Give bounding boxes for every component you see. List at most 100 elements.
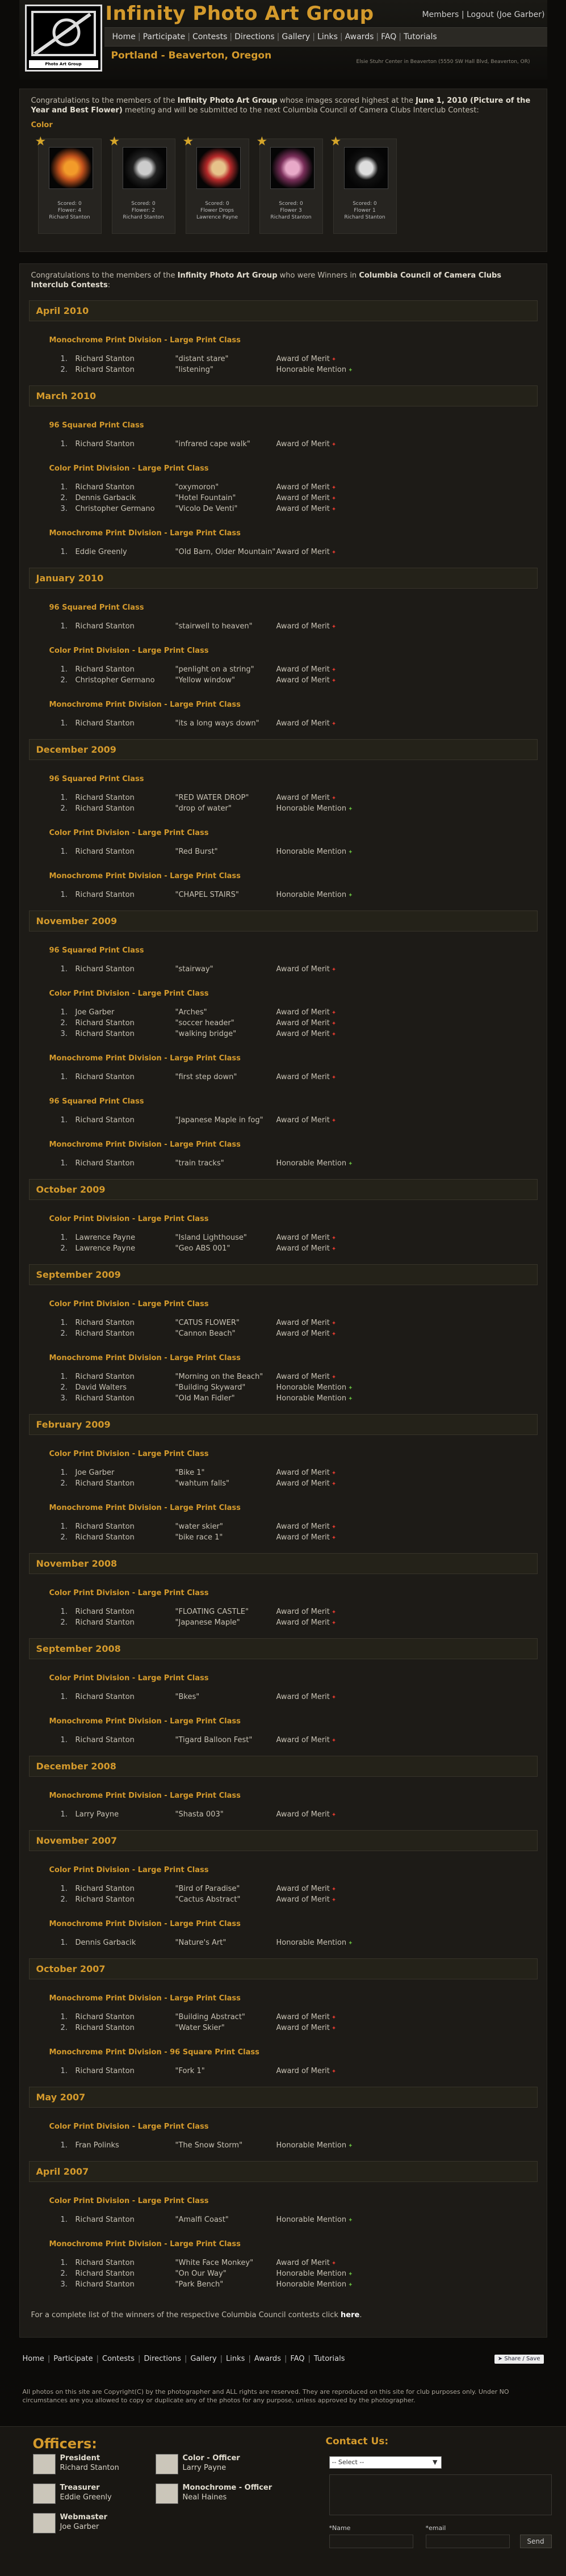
nav-separator: | xyxy=(276,32,280,41)
flower-photo[interactable] xyxy=(196,147,241,189)
footer-nav-directions[interactable]: Directions xyxy=(144,2355,181,2363)
entries-list: 1. Richard Stanton "Bird of Paradise" Award… xyxy=(61,1883,540,1905)
entry-title: "Vicolo De Venti" xyxy=(175,505,238,513)
entries-list: 1. Richard Stanton "its a long ways down" A… xyxy=(61,718,540,729)
footer-nav-gallery[interactable]: Gallery xyxy=(190,2355,216,2363)
month-heading: December 2009 xyxy=(28,739,538,760)
nav-item-faq[interactable]: FAQ xyxy=(381,32,396,41)
entry-row: 2. Richard Stanton "On Our Way" Honorable M… xyxy=(61,2268,540,2279)
flower-photo[interactable] xyxy=(122,147,167,189)
entries-list: 1. Richard Stanton "oxymoron" Award of Meri… xyxy=(61,482,540,514)
entries-list: 1. Richard Stanton "distant stare" Award of… xyxy=(61,354,540,375)
footer-nav-tutorials[interactable]: Tutorials xyxy=(314,2355,345,2363)
members-link[interactable]: Members xyxy=(422,10,459,19)
thumbnail-meta: Scored: 0 Flower: 4 Richard Stanton xyxy=(39,200,101,221)
flower-photo[interactable] xyxy=(343,147,388,189)
entry-row: 2. Lawrence Payne "Geo ABS 001" Award of Me… xyxy=(61,1243,540,1254)
entry-award: Award of Merit ✦ xyxy=(276,1115,401,1126)
entry-row: 2. Richard Stanton "bike race 1" Award of M… xyxy=(61,1532,540,1543)
officer-name[interactable]: Larry Payne xyxy=(183,2464,227,2472)
entry-award: Award of Merit ✦ xyxy=(276,1617,401,1628)
officer-role: Treasurer xyxy=(60,2483,100,2492)
mention-ribbon-icon: ✦ xyxy=(348,367,353,374)
nav-item-directions[interactable]: Directions xyxy=(234,32,275,41)
award-label: Honorable Mention xyxy=(276,891,347,899)
footer-nav-contests[interactable]: Contests xyxy=(102,2355,135,2363)
mention-ribbon-icon: ✦ xyxy=(348,2282,353,2288)
name-input[interactable] xyxy=(329,2535,413,2548)
photo-thumbnail[interactable]: ★ Scored: 0 Flower 1 Richard Stanton xyxy=(330,136,397,234)
entry-rank: 1. xyxy=(60,622,68,631)
award-label: Award of Merit xyxy=(276,676,330,685)
contest-results-panel: Congratulations to the members of the In… xyxy=(19,263,547,2338)
entry-title: "Old Man Fidler" xyxy=(175,1394,235,1403)
entry-rank: 2. xyxy=(60,366,68,374)
photo-thumbnail[interactable]: ★ Scored: 0 Flower Drops Lawrence Payne xyxy=(183,136,249,234)
officer-name[interactable]: Eddie Greenly xyxy=(60,2493,112,2502)
nav-item-tutorials[interactable]: Tutorials xyxy=(404,32,437,41)
nav-item-links[interactable]: Links xyxy=(317,32,338,41)
flower-photo[interactable] xyxy=(48,147,93,189)
entry-award: Award of Merit ✦ xyxy=(276,964,401,975)
entry-row: 1. Fran Polinks "The Snow Storm" Honorable … xyxy=(61,2140,540,2151)
entry-rank: 1. xyxy=(60,965,68,974)
merit-ribbon-icon: ✦ xyxy=(331,1246,337,1252)
entry-award: Award of Merit ✦ xyxy=(276,664,401,675)
entry-award: Award of Merit ✦ xyxy=(276,621,401,632)
entry-title: "Morning on the Beach" xyxy=(175,1373,263,1381)
entry-row: 1. Richard Stanton "oxymoron" Award of Meri… xyxy=(61,482,540,493)
photo-thumbnail[interactable]: ★ Scored: 0 Flower 3 Richard Stanton xyxy=(257,136,323,234)
officer-role: Monochrome - Officer xyxy=(182,2483,272,2492)
month-heading: February 2009 xyxy=(28,1414,538,1435)
footer-officers-contact: Officers: President Richard Stanton Color … xyxy=(0,2426,566,2576)
entry-title: "White Face Monkey" xyxy=(175,2259,254,2267)
mention-ribbon-icon: ✦ xyxy=(348,1385,353,1391)
entry-row: 2. Richard Stanton "Water Skier" Award of M… xyxy=(61,2023,540,2033)
entries-list: 1. Dennis Garbacik "Nature's Art" Honorable… xyxy=(61,1937,540,1948)
officer-card: Webmaster Joe Garber xyxy=(32,2512,158,2537)
entry-rank: 2. xyxy=(60,1895,68,1904)
entry-award: Honorable Mention ✦ xyxy=(276,2268,401,2279)
footer-nav-participate[interactable]: Participate xyxy=(53,2355,93,2363)
entry-author: Richard Stanton xyxy=(75,2259,135,2267)
entry-rank: 1. xyxy=(60,2216,68,2224)
flower-photo[interactable] xyxy=(270,147,315,189)
site-title[interactable]: Infinity Photo Art Group xyxy=(106,2,374,25)
site-logo[interactable]: Photo Art Group xyxy=(24,5,102,72)
nav-item-home[interactable]: Home xyxy=(112,32,136,41)
photo-thumbnail[interactable]: ★ Scored: 0 Flower: 2 Richard Stanton xyxy=(109,136,175,234)
footer-nav-home[interactable]: Home xyxy=(23,2355,44,2363)
officer-name[interactable]: Joe Garber xyxy=(60,2523,99,2531)
officer-name[interactable]: Neal Haines xyxy=(183,2493,227,2502)
thumbnail-scored: Scored: 0 xyxy=(279,201,303,207)
footer-links: Home | Participate | Contests | Directions | Gal… xyxy=(23,2355,345,2363)
entry-title: "Fork 1" xyxy=(175,2067,205,2075)
entry-row: 1. Dennis Garbacik "Nature's Art" Honorable… xyxy=(61,1937,540,1948)
nav-separator: | xyxy=(284,2355,287,2363)
officer-name[interactable]: Richard Stanton xyxy=(60,2464,119,2472)
footer-nav-awards[interactable]: Awards xyxy=(254,2355,281,2363)
nav-item-awards[interactable]: Awards xyxy=(345,32,374,41)
nav-item-participate[interactable]: Participate xyxy=(143,32,186,41)
contact-message-textarea[interactable] xyxy=(329,2474,552,2515)
footer-nav-links[interactable]: Links xyxy=(226,2355,245,2363)
merit-ribbon-icon: ✦ xyxy=(331,1075,337,1081)
entry-author: Richard Stanton xyxy=(75,1073,135,1081)
send-button[interactable]: Send xyxy=(519,2535,552,2548)
entry-row: 2. David Walters "Building Skyward" Honorab… xyxy=(61,1382,540,1393)
email-input[interactable] xyxy=(425,2535,510,2548)
award-label: Honorable Mention xyxy=(276,2141,347,2150)
photo-thumbnail[interactable]: ★ Scored: 0 Flower: 4 Richard Stanton xyxy=(35,136,102,234)
share-save-button[interactable]: ➤ Share / Save xyxy=(494,2355,544,2364)
nav-item-gallery[interactable]: Gallery xyxy=(282,32,310,41)
footer-nav-faq[interactable]: FAQ xyxy=(290,2355,304,2363)
award-label: Award of Merit xyxy=(276,2067,330,2075)
contact-recipient-select[interactable]: -- Select -- ▼ xyxy=(329,2456,442,2469)
entry-author: Richard Stanton xyxy=(75,1030,135,1038)
entry-row: 1. Richard Stanton "White Face Monkey" Awar… xyxy=(61,2258,540,2268)
nav-item-contests[interactable]: Contests xyxy=(192,32,227,41)
entry-row: 1. Joe Garber "Bike 1" Award of Merit ✦ xyxy=(61,1467,540,1478)
logout-link[interactable]: Logout (Joe Garber) xyxy=(467,10,545,19)
winners-list-link[interactable]: here xyxy=(341,2311,359,2319)
entries-list: 1. Richard Stanton "CATUS FLOWER" Award of … xyxy=(61,1318,540,1339)
